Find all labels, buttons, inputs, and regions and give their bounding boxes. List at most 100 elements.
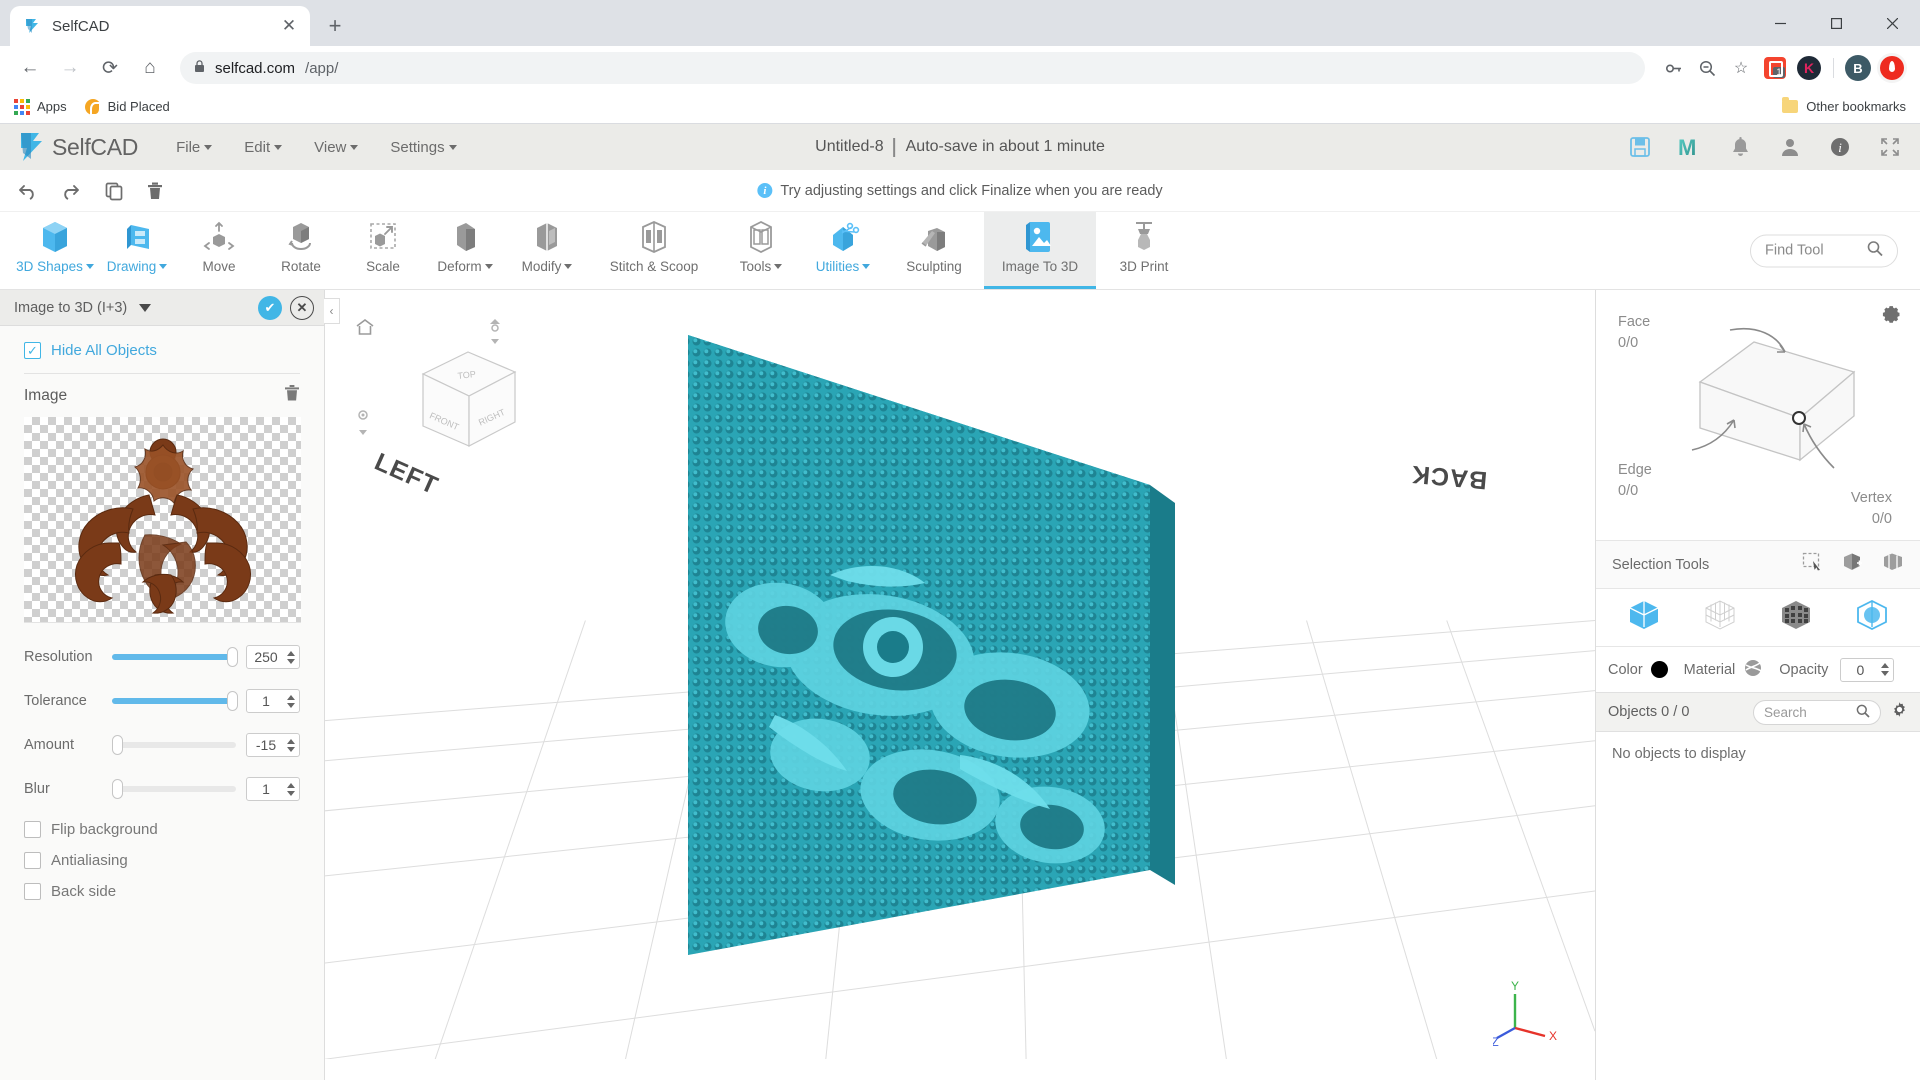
toolbar-item-image-to-3d[interactable]: Image To 3D [984,212,1096,289]
minimize-button[interactable] [1752,0,1808,46]
menu-settings[interactable]: Settings [374,139,472,156]
cancel-button[interactable]: ✕ [290,295,314,320]
user-icon[interactable] [1778,135,1802,159]
magic-m-icon[interactable]: M [1678,135,1702,159]
document-name[interactable]: Untitled-8 [815,138,883,156]
toolbar-item-stitch-scoop[interactable]: Stitch & Scoop [588,212,720,289]
browser-tab[interactable]: SelfCAD ✕ [10,6,310,46]
panel-collapse-button[interactable]: ‹ [324,298,340,324]
close-window-button[interactable] [1864,0,1920,46]
objects-search-input[interactable]: Search [1753,699,1881,725]
rectangle-select-icon[interactable] [1802,552,1824,577]
bell-icon[interactable] [1728,135,1752,159]
toolbar-item-3d-print[interactable]: 3D Print [1096,212,1192,289]
image-preview[interactable] [24,417,301,623]
mesh-view-icon[interactable] [1779,599,1813,636]
view-cube[interactable]: TOP FRONT RIGHT [403,342,533,462]
sphere-material-icon[interactable] [1743,659,1763,681]
toolbar-item-modify[interactable]: Modify [506,212,588,289]
back-side-checkbox[interactable] [24,883,41,900]
home-icon[interactable]: ⌂ [132,50,168,86]
slider-knob[interactable] [112,735,123,755]
spinner-arrows[interactable] [285,694,299,708]
hide-all-objects-row[interactable]: ✓ Hide All Objects [24,342,300,359]
slider-track-amount[interactable] [112,735,236,755]
bookmark-bid-placed[interactable]: Bid Placed [84,98,170,116]
view-left-gizmo[interactable] [353,410,373,441]
slider-tolerance[interactable]: Tolerance 1 [24,689,300,713]
transparent-view-icon[interactable] [1855,599,1889,636]
spinner-arrows[interactable] [285,782,299,796]
confirm-button[interactable]: ✔ [258,295,282,320]
gear-icon[interactable] [1891,701,1908,723]
axis-gizmo[interactable]: Y X Z [1493,980,1563,1050]
color-swatch[interactable] [1650,661,1668,678]
copy-icon[interactable] [104,181,124,201]
bookmark-apps[interactable]: Apps [14,98,67,115]
toolbar-item-rotate[interactable]: Rotate [260,212,342,289]
find-tool-search[interactable]: Find Tool [1750,234,1898,267]
trash-icon[interactable] [284,384,300,407]
menu-file[interactable]: File [160,139,228,156]
menu-edit[interactable]: Edit [228,139,298,156]
opacity-input[interactable]: 0 [1840,657,1895,682]
slider-track-tolerance[interactable] [112,691,239,711]
zoom-out-icon[interactable] [1691,52,1723,84]
address-bar[interactable]: selfcad.com/app/ [180,52,1645,84]
redo-icon[interactable] [60,182,82,200]
home-icon[interactable] [355,318,375,341]
browser-menu-avatar[interactable] [1876,52,1908,84]
toolbar-item-3d-shapes[interactable]: 3D Shapes [14,212,96,289]
solid-view-icon[interactable] [1627,599,1661,636]
slider-knob[interactable] [112,779,123,799]
app-logo[interactable]: SelfCAD [18,131,138,163]
antialiasing-row[interactable]: Antialiasing [24,852,300,869]
forward-icon[interactable]: → [52,50,88,86]
back-side-row[interactable]: Back side [24,883,300,900]
reload-icon[interactable]: ⟳ [92,50,128,86]
amount-input[interactable]: -15 [246,733,300,757]
fullscreen-icon[interactable] [1878,135,1902,159]
flip-background-row[interactable]: Flip background [24,821,300,838]
extension-icon[interactable]: 1 [1759,52,1791,84]
new-tab-button[interactable]: + [318,9,352,43]
delete-icon[interactable] [146,181,164,201]
slider-track-resolution[interactable] [112,647,239,667]
save-icon[interactable] [1628,135,1652,159]
flip-background-checkbox[interactable] [24,821,41,838]
slider-amount[interactable]: Amount -15 [24,733,300,757]
key-icon[interactable] [1657,52,1689,84]
back-icon[interactable]: ← [12,50,48,86]
3d-viewport[interactable]: TOP FRONT RIGHT LEFT BACK Y X Z [325,290,1595,1080]
profile-avatar[interactable]: B [1842,52,1874,84]
slider-knob[interactable] [227,691,239,711]
menu-view[interactable]: View [298,139,374,156]
resolution-input[interactable]: 250 [246,645,300,669]
close-icon[interactable]: ✕ [278,15,300,37]
info-icon[interactable]: i [1828,135,1852,159]
slider-blur[interactable]: Blur 1 [24,777,300,801]
toolbar-item-tools[interactable]: Tools [720,212,802,289]
add-select-icon[interactable] [1842,552,1864,577]
toolbar-item-drawing[interactable]: Drawing [96,212,178,289]
antialiasing-checkbox[interactable] [24,852,41,869]
wireframe-view-icon[interactable] [1703,599,1737,636]
toolbar-item-deform[interactable]: Deform [424,212,506,289]
extension-k-icon[interactable]: K [1793,52,1825,84]
3d-model[interactable] [680,325,1200,965]
toolbar-item-sculpting[interactable]: Sculpting [884,212,984,289]
spinner-arrows[interactable] [285,738,299,752]
toolbar-item-move[interactable]: Move [178,212,260,289]
gear-icon[interactable] [1882,304,1902,329]
undo-icon[interactable] [16,182,38,200]
spinner-arrows[interactable] [1879,663,1893,676]
bookmark-star-icon[interactable]: ☆ [1725,52,1757,84]
spinner-arrows[interactable] [285,650,299,664]
tolerance-input[interactable]: 1 [246,689,300,713]
chevron-down-icon[interactable] [139,303,152,312]
maximize-button[interactable] [1808,0,1864,46]
blur-input[interactable]: 1 [246,777,300,801]
toolbar-item-utilities[interactable]: Utilities [802,212,884,289]
box-select-icon[interactable] [1882,552,1904,577]
slider-resolution[interactable]: Resolution 250 [24,645,300,669]
